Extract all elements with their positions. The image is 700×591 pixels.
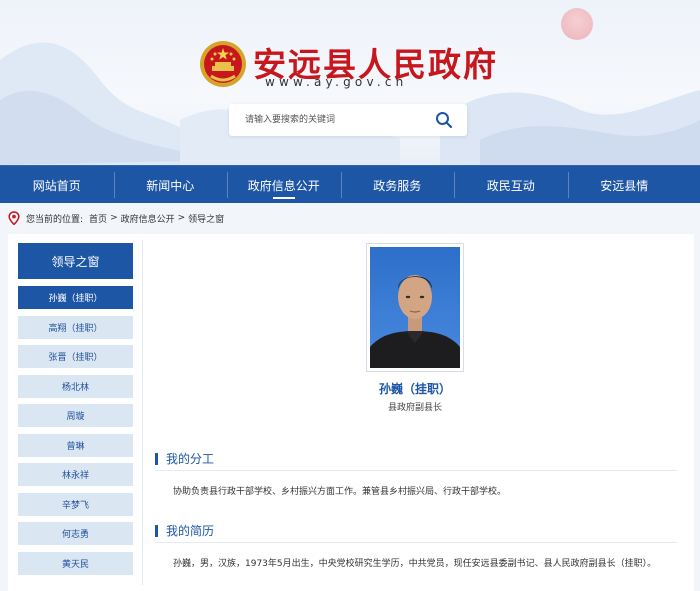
nav-label: 政民互动 xyxy=(486,178,535,193)
breadcrumb-separator: > xyxy=(110,213,118,223)
heading-bar xyxy=(155,524,158,537)
resume-heading-text: 我的简历 xyxy=(166,524,215,538)
breadcrumb: 您当前的位置: 首页 > 政府信息公开 > 领导之窗 xyxy=(8,209,224,227)
breadcrumb-separator: > xyxy=(177,213,186,223)
search-input[interactable] xyxy=(245,112,425,128)
sidebar-title: 领导之窗 xyxy=(18,243,133,279)
active-underline xyxy=(272,197,295,199)
sidebar-item-lin-yongxiang[interactable]: 林永祥 xyxy=(18,463,133,486)
nav-label: 安远县情 xyxy=(600,178,649,193)
nav-item-interaction[interactable]: 政民互动 xyxy=(454,166,568,204)
nav-item-services[interactable]: 政务服务 xyxy=(340,166,455,204)
site-header: 安远县人民政府 www.ay.gov.cn xyxy=(0,0,700,165)
sidebar-item-zeng-lin[interactable]: 曾琳 xyxy=(18,433,133,457)
sidebar-list: 孙巍（挂职） 高翔（挂职） 张晋（挂职） 杨北林 周璇 曾琳 林永祥 辛梦飞 何… xyxy=(18,286,133,581)
nav-label: 政府信息公开 xyxy=(247,178,320,193)
search-icon[interactable] xyxy=(435,111,453,129)
nav-label: 新闻中心 xyxy=(146,178,195,193)
duty-text: 协助负责县行政干部学校、乡村振兴方面工作。兼管县乡村振兴局、行政干部学校。 xyxy=(173,487,507,497)
nav-item-info-disclosure[interactable]: 政府信息公开 xyxy=(227,166,341,204)
resume-text: 孙巍，男，汉族，1973年5月出生，中央党校研究生学历，中共党员，现任安远县委副… xyxy=(173,559,657,569)
nav-label: 网站首页 xyxy=(32,178,81,193)
national-emblem-icon xyxy=(200,41,246,87)
profile-photo-frame xyxy=(366,243,464,372)
sidebar-item-zhang-jin[interactable]: 张晋（挂职） xyxy=(18,345,133,368)
profile-name: 孙巍（挂职） xyxy=(378,382,451,396)
section-divider xyxy=(155,470,677,471)
sidebar-item-yang-beilin[interactable]: 杨北林 xyxy=(18,374,133,398)
main-nav: 网站首页 新闻中心 政府信息公开 政务服务 政民互动 安远县情 xyxy=(0,165,700,203)
nav-label: 政务服务 xyxy=(373,178,422,193)
site-url: www.ay.gov.cn xyxy=(265,75,408,89)
nav-item-home[interactable]: 网站首页 xyxy=(0,166,114,204)
nav-item-county-info[interactable]: 安远县情 xyxy=(567,166,682,204)
sidebar-item-sun-wei[interactable]: 孙巍（挂职） xyxy=(18,286,133,309)
breadcrumb-prefix: 您当前的位置: xyxy=(26,214,84,225)
breadcrumb-home[interactable]: 首页 xyxy=(89,212,107,225)
sidebar-item-zhou-xuan[interactable]: 周璇 xyxy=(18,404,133,427)
column-divider xyxy=(142,240,143,585)
sidebar-item-xin-mengfei[interactable]: 辛梦飞 xyxy=(18,492,133,516)
search-box xyxy=(229,104,467,136)
location-pin-icon xyxy=(8,211,20,225)
sidebar-item-huang-tianmin[interactable]: 黄天民 xyxy=(18,551,133,575)
resume-heading: 我的简历 xyxy=(155,522,214,539)
sun-decoration xyxy=(561,8,593,40)
profile-photo xyxy=(370,247,460,368)
section-divider xyxy=(155,542,677,543)
profile-position: 县政府副县长 xyxy=(387,403,442,413)
sidebar-item-gao-xiang[interactable]: 高翔（挂职） xyxy=(18,315,133,339)
breadcrumb-leaders[interactable]: 领导之窗 xyxy=(188,212,224,225)
breadcrumb-info-disclosure[interactable]: 政府信息公开 xyxy=(121,212,175,225)
duty-heading-text: 我的分工 xyxy=(166,452,215,466)
duty-heading: 我的分工 xyxy=(155,450,214,467)
heading-bar xyxy=(155,452,158,465)
sidebar-item-he-zhiyong[interactable]: 何志勇 xyxy=(18,522,133,545)
nav-item-news[interactable]: 新闻中心 xyxy=(113,166,228,204)
